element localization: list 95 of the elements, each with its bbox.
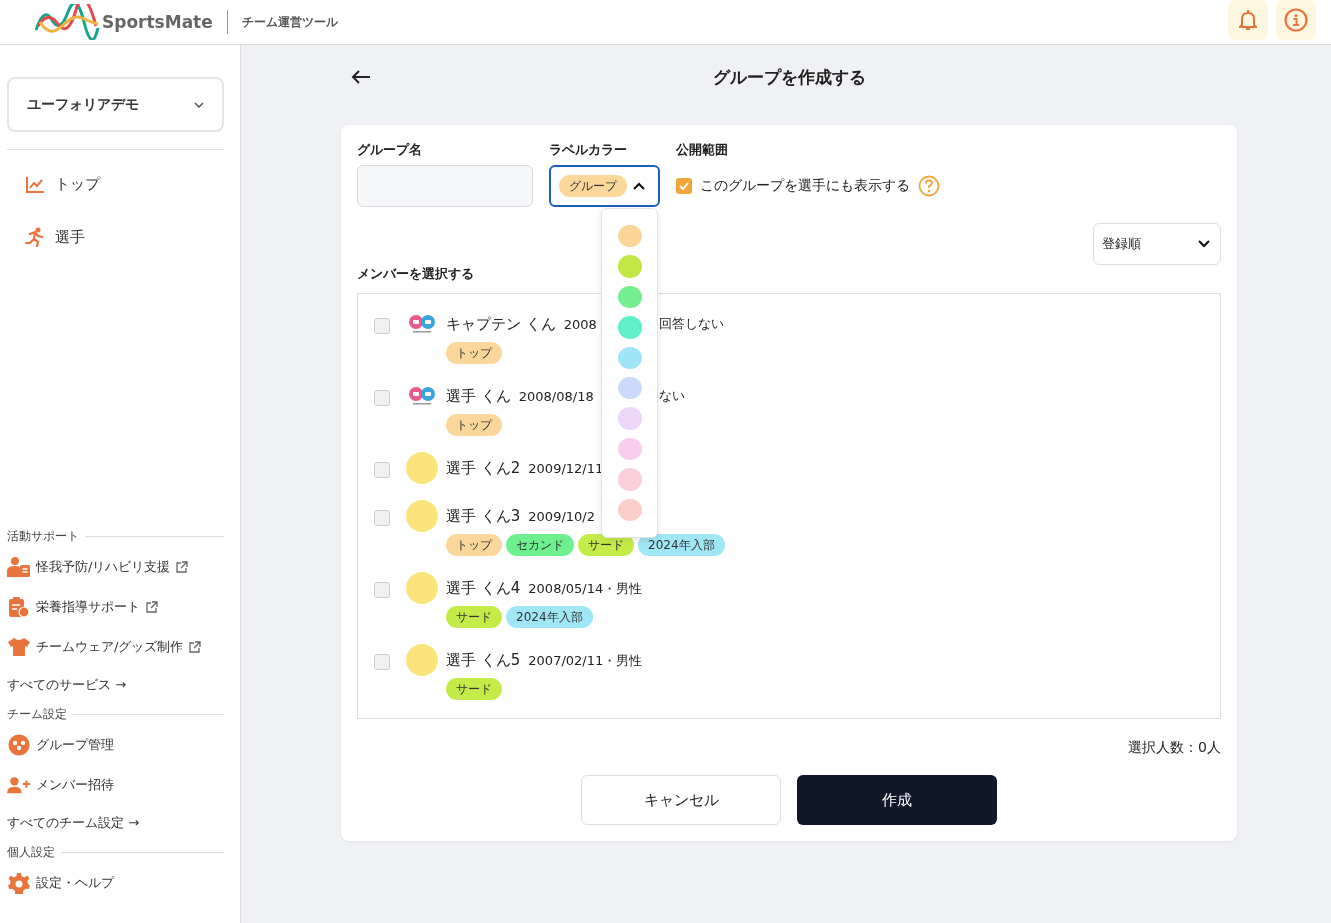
tag: セカンド bbox=[506, 534, 574, 556]
help-icon bbox=[918, 175, 940, 197]
sidebar-link[interactable]: すべてのチーム設定 → bbox=[7, 805, 224, 841]
cancel-button[interactable]: キャンセル bbox=[581, 775, 781, 825]
checkbox[interactable] bbox=[374, 582, 390, 598]
checkbox-label: このグループを選手にも表示する bbox=[700, 177, 910, 195]
avatar bbox=[406, 452, 438, 484]
info-icon bbox=[1284, 8, 1308, 32]
clipboard-icon bbox=[8, 596, 30, 618]
chevron-up-icon bbox=[633, 182, 645, 190]
team-logo-icon bbox=[408, 314, 436, 334]
tag: グループ bbox=[559, 175, 627, 197]
person-card-icon bbox=[7, 556, 31, 578]
wave-logo-icon bbox=[34, 4, 100, 40]
color-swatch[interactable] bbox=[617, 498, 642, 522]
member-info: 2008 bbox=[563, 316, 597, 334]
avatar bbox=[406, 644, 438, 676]
tag: 2024年入部 bbox=[506, 606, 593, 628]
section-title: チーム設定 bbox=[7, 705, 67, 723]
checkbox[interactable] bbox=[374, 654, 390, 670]
checkbox[interactable] bbox=[374, 510, 390, 526]
tag: トップ bbox=[446, 342, 502, 364]
color-swatch[interactable] bbox=[617, 255, 642, 278]
chevron-down-icon bbox=[1198, 240, 1210, 248]
color-swatch[interactable] bbox=[617, 285, 642, 309]
color-swatch[interactable] bbox=[617, 377, 642, 400]
sort-select[interactable]: 登録順 bbox=[1093, 223, 1221, 265]
field-label: ラベルカラー bbox=[549, 141, 628, 159]
color-swatch[interactable] bbox=[617, 346, 642, 370]
sidebar-item[interactable]: 栄養指導サポート bbox=[7, 587, 224, 627]
member-name: 選手 くん3 bbox=[446, 506, 521, 527]
color-swatch[interactable] bbox=[617, 437, 642, 461]
member-name: 選手 くん4 bbox=[446, 578, 521, 599]
member-info: ない bbox=[659, 387, 685, 405]
sidebar-item[interactable]: グループ管理 bbox=[7, 725, 224, 765]
team-logo-icon bbox=[408, 386, 436, 406]
color-swatch[interactable] bbox=[617, 468, 642, 491]
checkbox[interactable] bbox=[374, 318, 390, 334]
member-name: キャプテン くん bbox=[446, 314, 556, 335]
member-name: 選手 くん5 bbox=[446, 650, 521, 671]
section-label: メンバーを選択する bbox=[357, 265, 474, 283]
tag: サード bbox=[446, 678, 502, 700]
checkmark-icon bbox=[679, 182, 689, 190]
page-title: グループを作成する bbox=[711, 65, 867, 89]
sidebar-item[interactable]: チームウェア/グッズ制作 bbox=[7, 627, 224, 667]
nav-item[interactable]: トップ bbox=[25, 175, 224, 194]
checkbox[interactable] bbox=[374, 462, 390, 478]
member-info: 2009/10/2 bbox=[528, 508, 595, 526]
notification-button[interactable] bbox=[1228, 0, 1268, 40]
app-subtitle: チーム運営ツール bbox=[241, 13, 338, 31]
nav-item[interactable]: 選手 bbox=[25, 227, 224, 247]
sidebar-item[interactable]: 設定・ヘルプ bbox=[7, 863, 224, 903]
group-icon bbox=[8, 734, 30, 756]
tag: サード bbox=[578, 534, 634, 556]
create-button[interactable]: 作成 bbox=[797, 775, 997, 825]
member-info: 2008/08/18 bbox=[518, 388, 594, 406]
color-swatch[interactable] bbox=[617, 316, 642, 339]
team-select[interactable]: ユーフォリアデモ bbox=[7, 77, 224, 132]
member-info: 2007/02/11・男性 bbox=[528, 652, 643, 670]
bell-icon bbox=[1239, 10, 1257, 30]
checkbox[interactable] bbox=[374, 390, 390, 406]
selected-count: 選択人数：0人 bbox=[1127, 739, 1221, 757]
back-button[interactable] bbox=[351, 69, 371, 85]
tag: サード bbox=[446, 606, 502, 628]
tag: トップ bbox=[446, 534, 502, 556]
color-swatch[interactable] bbox=[617, 225, 642, 248]
tag: 2024年入部 bbox=[638, 534, 725, 556]
section-title: 個人設定 bbox=[7, 843, 55, 861]
back-arrow-icon bbox=[351, 69, 371, 85]
tag: トップ bbox=[446, 414, 502, 436]
settings-icon bbox=[8, 872, 30, 894]
sidebar-item[interactable]: メンバー招待 bbox=[7, 765, 224, 805]
runner-icon bbox=[25, 227, 45, 247]
checkbox[interactable] bbox=[676, 178, 692, 194]
color-swatch[interactable] bbox=[617, 407, 642, 430]
info-button[interactable] bbox=[1276, 0, 1316, 40]
chart-icon bbox=[25, 175, 45, 194]
member-info: 2008/05/14・男性 bbox=[528, 580, 643, 598]
field-label: グループ名 bbox=[357, 141, 423, 159]
logo-text: SportsMate bbox=[102, 12, 213, 32]
person-plus-icon bbox=[7, 776, 31, 794]
avatar bbox=[406, 500, 438, 532]
member-name: 選手 くん2 bbox=[446, 458, 521, 479]
member-name: 選手 くん bbox=[446, 386, 511, 407]
chevron-down-icon bbox=[194, 101, 204, 108]
sidebar-item[interactable]: 怪我予防/リハビリ支援 bbox=[7, 547, 224, 587]
section-title: 活動サポート bbox=[7, 527, 79, 545]
avatar bbox=[406, 572, 438, 604]
member-info: 2009/12/11 bbox=[528, 460, 604, 478]
member-info: 回答しない bbox=[659, 315, 724, 333]
field-label: 公開範囲 bbox=[676, 141, 729, 159]
color-select[interactable]: グループ bbox=[549, 165, 660, 207]
sidebar-link[interactable]: すべてのサービス → bbox=[7, 667, 224, 703]
shirt-icon bbox=[7, 637, 31, 657]
input-field[interactable] bbox=[357, 165, 533, 207]
